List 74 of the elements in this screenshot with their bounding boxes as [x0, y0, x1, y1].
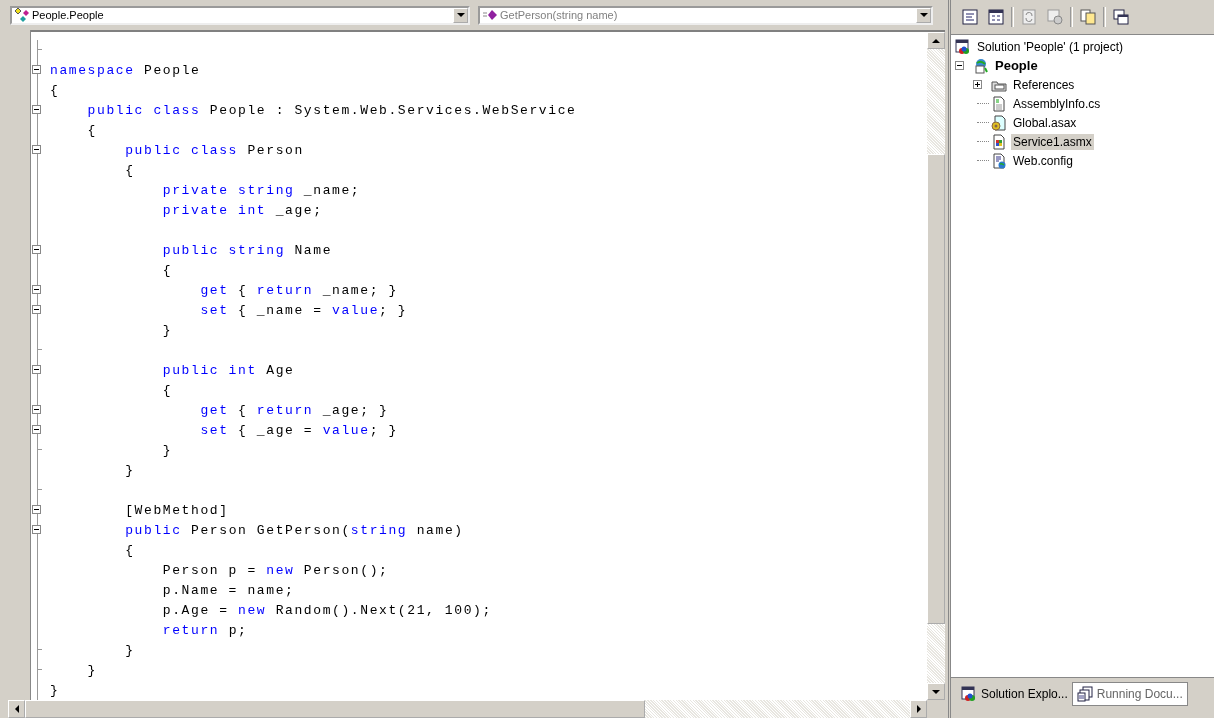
collapse-icon[interactable] [32, 365, 41, 374]
expander-icon[interactable] [955, 61, 964, 70]
dropdown-arrow-icon[interactable] [456, 13, 465, 17]
type-dropdown[interactable]: People.People [10, 5, 470, 25]
tree-item[interactable]: People [993, 57, 1040, 74]
class-icon [14, 7, 30, 23]
code-line: } [124, 462, 135, 478]
scrollbar-thumb[interactable] [927, 154, 945, 624]
code-line: p.Name = name; [161, 582, 295, 598]
code-file-icon [991, 95, 1007, 112]
code-line: p.Age = new Random().Next(21, 100); [161, 602, 492, 618]
vertical-scrollbar[interactable] [927, 32, 945, 700]
code-line: Person p = new Person(); [161, 562, 389, 578]
project-icon [973, 57, 989, 74]
code-line: namespace People [50, 62, 201, 78]
code-line: public class Person [124, 142, 304, 158]
code-line: set { _age = value; } [199, 422, 398, 438]
code-line: { [124, 542, 135, 558]
code-line: public Person GetPerson(string name) [124, 522, 464, 538]
code-line: private int _age; [161, 202, 323, 218]
code-line: { [161, 262, 173, 278]
collapse-icon[interactable] [32, 145, 41, 154]
scroll-right-icon[interactable] [916, 705, 921, 713]
scroll-up-icon[interactable] [932, 38, 940, 43]
code-line: get { return _name; } [199, 282, 398, 298]
tree-item[interactable]: AssemblyInfo.cs [1011, 95, 1103, 112]
documents-icon [1076, 686, 1093, 702]
code-line: [WebMethod] [124, 502, 229, 518]
code-line: public string Name [161, 242, 333, 258]
properties-button[interactable] [959, 6, 981, 28]
solution-icon [961, 686, 977, 702]
code-line: public class People : System.Web.Services.WebService [86, 102, 577, 118]
code-line: return p; [161, 622, 248, 638]
scrollbar-thumb[interactable] [25, 700, 645, 718]
panel-tab[interactable]: Running Docu... [1071, 682, 1188, 706]
code-line: public int Age [161, 362, 295, 378]
collapse-icon[interactable] [32, 245, 41, 254]
collapse-icon[interactable] [32, 105, 41, 114]
scroll-left-icon[interactable] [14, 705, 19, 713]
code-line: private string _name; [161, 182, 361, 198]
collapse-icon[interactable] [32, 425, 41, 434]
tree-item[interactable]: Solution 'People' (1 project) [975, 38, 1125, 55]
code-line: } [50, 682, 60, 698]
collapse-icon[interactable] [32, 405, 41, 414]
code-line: { [86, 122, 97, 138]
code-line: { [50, 82, 60, 98]
show-all-files-button[interactable] [985, 6, 1007, 28]
solution-icon [955, 38, 971, 55]
code-line: } [161, 442, 173, 458]
collapse-icon[interactable] [32, 505, 41, 514]
code-line: get { return _age; } [199, 402, 389, 418]
collapse-icon[interactable] [32, 305, 41, 314]
code-line: { [161, 382, 173, 398]
gear-file-icon [991, 114, 1007, 131]
copy-button[interactable] [1077, 6, 1099, 28]
tree-item[interactable]: Global.asax [1011, 114, 1079, 131]
tree-item[interactable]: Service1.asmx [1011, 133, 1094, 150]
code-line: } [161, 322, 173, 338]
collapse-icon[interactable] [32, 285, 41, 294]
collapse-icon[interactable] [32, 525, 41, 534]
method-icon [482, 7, 498, 23]
expander-icon[interactable] [973, 80, 982, 89]
code-line: set { _name = value; } [199, 302, 408, 318]
horizontal-scrollbar[interactable] [8, 700, 927, 718]
collapse-icon[interactable] [32, 65, 41, 74]
tree-item[interactable]: References [1011, 76, 1077, 93]
config-file-icon [991, 152, 1007, 169]
service-file-icon [991, 133, 1007, 150]
tree-item[interactable]: Web.config [1011, 152, 1075, 169]
code-line: { [124, 162, 135, 178]
scroll-down-icon[interactable] [932, 689, 940, 694]
code-line: } [86, 662, 97, 678]
code-line: } [124, 642, 135, 658]
windows-button[interactable] [1110, 6, 1132, 28]
